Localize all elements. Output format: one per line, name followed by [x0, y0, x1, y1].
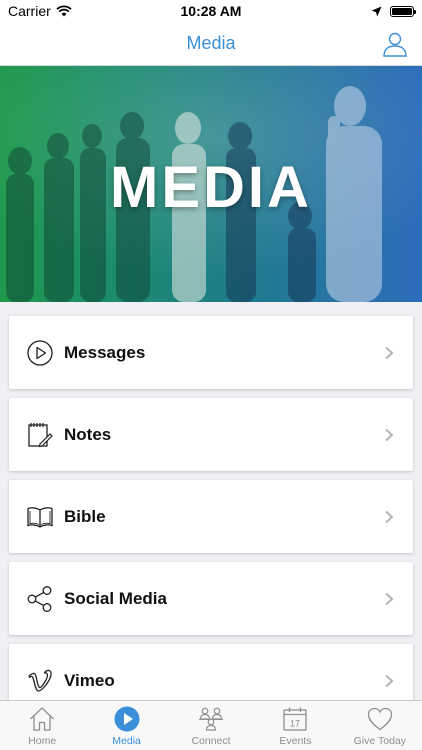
tab-label: Events	[279, 735, 312, 747]
chevron-right-icon	[385, 346, 394, 359]
chevron-right-icon	[385, 592, 394, 605]
menu-item-messages[interactable]: Messages	[9, 316, 413, 389]
tab-connect[interactable]: Connect	[169, 701, 253, 750]
wifi-icon	[56, 5, 72, 17]
menu-item-label: Notes	[64, 424, 112, 444]
page-title: Media	[186, 33, 236, 53]
location-arrow-icon	[371, 6, 382, 16]
menu-item-label: Messages	[64, 342, 146, 362]
chevron-right-icon	[385, 674, 394, 687]
tab-label: Connect	[191, 735, 231, 747]
tab-label: Give Today	[353, 735, 406, 747]
book-icon	[27, 506, 53, 528]
profile-icon[interactable]	[382, 31, 408, 57]
chevron-right-icon	[385, 510, 394, 523]
media-menu-list: Messages Notes Bible Social Media Vimeo	[9, 316, 413, 726]
tab-media[interactable]: Media	[84, 701, 168, 750]
menu-item-label: Vimeo	[64, 670, 115, 690]
home-icon	[30, 707, 55, 731]
tab-home[interactable]: Home	[0, 701, 84, 750]
chevron-right-icon	[385, 428, 394, 441]
tab-give-today[interactable]: Give Today	[338, 701, 422, 750]
tab-events[interactable]: 17 Events	[253, 701, 337, 750]
status-time: 10:28 AM	[180, 3, 242, 19]
calendar-icon: 17	[283, 707, 308, 731]
people-icon	[199, 707, 224, 731]
menu-item-social-media[interactable]: Social Media	[9, 562, 413, 635]
heart-icon	[367, 707, 392, 731]
tab-label: Home	[28, 735, 57, 747]
tab-label: Media	[112, 735, 141, 747]
carrier-label: Carrier	[8, 3, 51, 19]
menu-item-notes[interactable]: Notes	[9, 398, 413, 471]
vimeo-icon	[28, 669, 52, 692]
calendar-day-label: 17	[290, 719, 300, 729]
hero-title: MEDIA	[110, 155, 312, 220]
status-bar: Carrier 10:28 AM	[0, 0, 422, 22]
play-circle-icon	[27, 339, 53, 366]
notepad-icon	[28, 422, 53, 447]
tab-bar: Home Media Connect 17 Events Give Today	[0, 700, 422, 750]
menu-item-label: Social Media	[64, 588, 167, 608]
play-icon	[114, 706, 140, 732]
hero-banner: MEDIA	[0, 66, 422, 302]
battery-icon	[390, 5, 416, 17]
menu-item-label: Bible	[64, 506, 106, 526]
share-icon	[27, 585, 52, 612]
menu-item-bible[interactable]: Bible	[9, 480, 413, 553]
navigation-bar: Media	[0, 22, 422, 66]
